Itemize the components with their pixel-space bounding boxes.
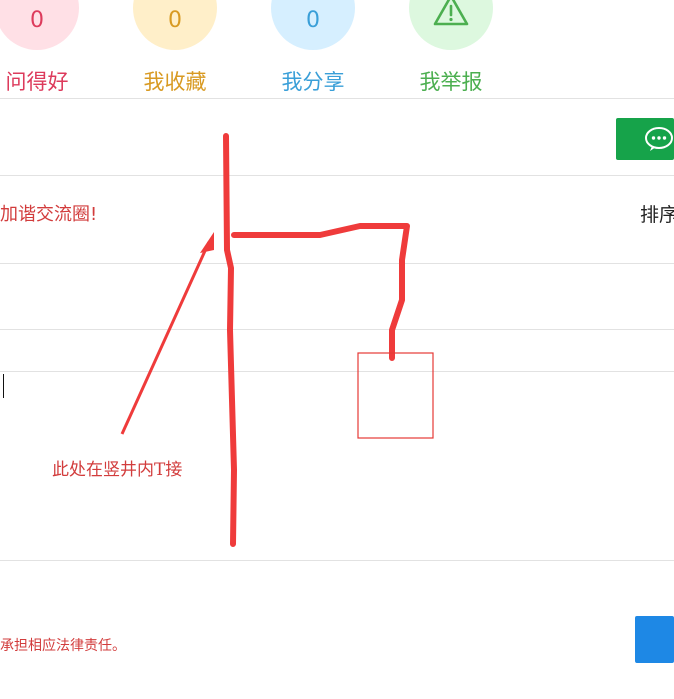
shaft-line xyxy=(223,133,237,547)
equipment-box xyxy=(357,352,434,439)
submit-button[interactable] xyxy=(635,616,674,663)
annotation-text: 此处在竖井内T接 xyxy=(52,460,183,480)
disclaimer-text: 承担相应法律责任。 xyxy=(0,638,126,654)
arrowhead xyxy=(200,232,214,253)
annotation-arrow xyxy=(120,241,211,435)
annotation-drawing xyxy=(120,133,434,547)
t-branch-line xyxy=(231,223,410,361)
